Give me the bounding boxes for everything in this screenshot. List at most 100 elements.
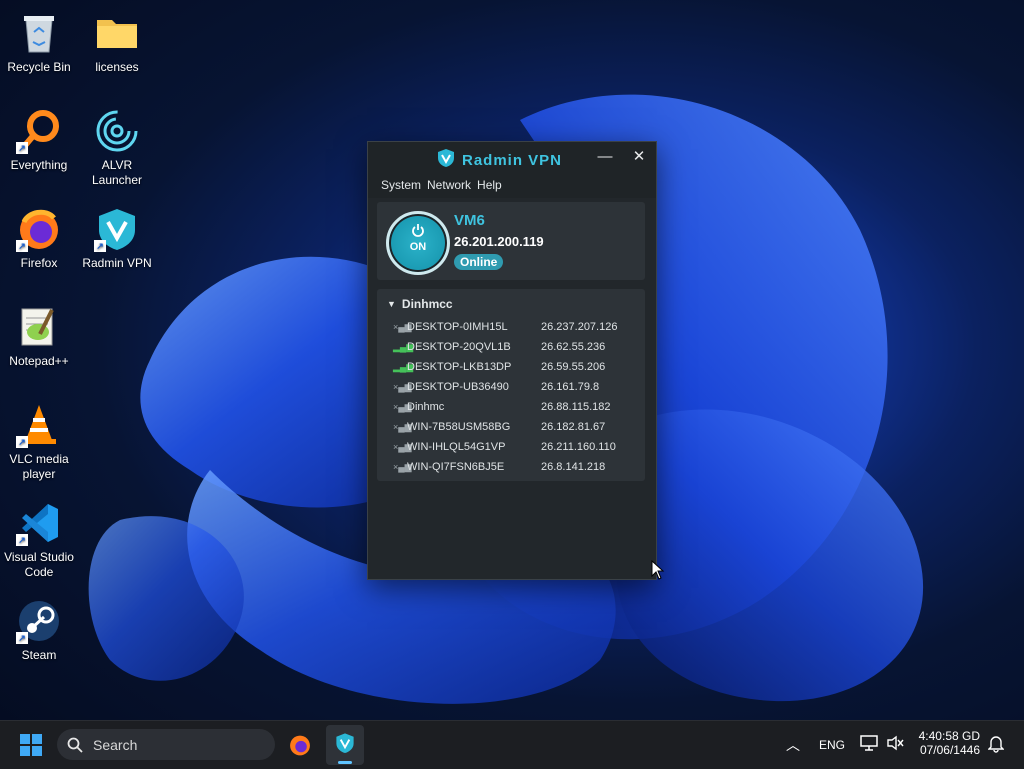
desktop-icon-steam[interactable]: ↗ Steam xyxy=(0,598,78,663)
notifications-button[interactable] xyxy=(987,735,1005,758)
computer-name: VM6 xyxy=(454,212,485,229)
collapse-triangle-icon: ▼ xyxy=(387,299,396,309)
network-header[interactable]: ▼ Dinhmcc xyxy=(387,297,453,311)
signal-bars-icon: ▂▄▆ xyxy=(393,361,414,372)
signal-disconnected-icon: ×▄▆ xyxy=(393,461,412,472)
peer-row[interactable]: ×▄▆ WIN-7B58USM58BG 26.182.81.67 xyxy=(393,417,638,437)
desktop-icon-everything[interactable]: ↗ Everything xyxy=(0,108,78,173)
desktop-icon-label: VLC media player xyxy=(9,452,69,481)
power-icon xyxy=(389,223,447,242)
desktop-icon-licenses[interactable]: licenses xyxy=(78,10,156,75)
signal-disconnected-icon: ×▄▆ xyxy=(393,441,412,452)
signal-disconnected-icon: ×▄▆ xyxy=(393,421,412,432)
taskbar-firefox[interactable] xyxy=(288,733,312,762)
peer-row[interactable]: ×▄▆ Dinhmc 26.88.115.182 xyxy=(393,397,638,417)
desktop-icon-label: Everything xyxy=(10,158,68,172)
desktop-icon-firefox[interactable]: ↗ Firefox xyxy=(0,206,78,271)
peer-ip: 26.88.115.182 xyxy=(541,401,611,413)
power-label: ON xyxy=(409,241,427,253)
notepadpp-icon xyxy=(16,304,62,350)
menu-system[interactable]: System xyxy=(381,178,421,192)
network-list: ▼ Dinhmcc ×▄▆ DESKTOP-0IMH15L 26.237.207.1… xyxy=(377,289,645,481)
peer-name: DESKTOP-LKB13DP xyxy=(407,361,512,373)
radmin-vpn-icon: ↗ xyxy=(94,206,140,252)
desktop-icon-label: Firefox xyxy=(20,256,58,270)
peer-name: DESKTOP-UB36490 xyxy=(407,381,509,393)
active-app-indicator xyxy=(338,761,352,764)
shortcut-arrow-icon: ↗ xyxy=(16,534,28,546)
speaker-muted-icon xyxy=(887,735,904,751)
peer-name: DESKTOP-0IMH15L xyxy=(407,321,508,333)
desktop-icon-label: Steam xyxy=(21,648,57,662)
input-language[interactable]: ENG xyxy=(819,738,845,752)
peer-ip: 26.8.141.218 xyxy=(541,461,606,473)
radmin-vpn-icon xyxy=(336,733,354,754)
desktop-icon-label: ALVR Launcher xyxy=(91,158,143,187)
peer-row[interactable]: ×▄▆ DESKTOP-0IMH15L 26.237.207.126 xyxy=(393,317,638,337)
recycle-bin-icon xyxy=(16,10,62,56)
radmin-vpn-window: Radmin VPN — ✕ System Network Help ON VM… xyxy=(367,141,657,580)
clock[interactable]: 4:40:58 GD 07/06/1446 xyxy=(918,729,980,757)
peer-name: Dinhmc xyxy=(407,401,445,413)
desktop-icon-label: licenses xyxy=(95,60,139,74)
peer-name: DESKTOP-20QVL1B xyxy=(407,341,511,353)
peer-row[interactable]: ▂▄▆ DESKTOP-LKB13DP 26.59.55.206 xyxy=(393,357,638,377)
menu-bar: System Network Help xyxy=(368,172,656,198)
monitor-network-icon xyxy=(860,735,878,751)
peer-row[interactable]: ▂▄▆ DESKTOP-20QVL1B 26.62.55.236 xyxy=(393,337,638,357)
mouse-cursor-icon xyxy=(651,560,665,580)
peer-ip: 26.237.207.126 xyxy=(541,321,618,333)
menu-help[interactable]: Help xyxy=(477,178,502,192)
network-tray-button[interactable] xyxy=(860,735,878,756)
shortcut-arrow-icon: ↗ xyxy=(16,240,28,252)
desktop-icon-label: Radmin VPN xyxy=(82,256,152,270)
desktop-icon-label: Notepad++ xyxy=(9,354,69,368)
bell-icon xyxy=(987,736,1005,753)
desktop-icon-notepadpp[interactable]: Notepad++ xyxy=(0,304,78,369)
peer-ip: 26.59.55.206 xyxy=(541,361,606,373)
desktop-icon-radmin[interactable]: ↗ Radmin VPN xyxy=(78,206,156,271)
power-toggle-button[interactable]: ON xyxy=(386,211,450,275)
chevron-up-icon: ︿ xyxy=(786,737,800,753)
desktop-icon-label: Visual Studio Code xyxy=(4,550,74,579)
signal-disconnected-icon: ×▄▆ xyxy=(393,401,412,412)
taskbar: Search ︿ ENG 4:40:58 GD 07/06/1446 xyxy=(0,720,1024,769)
minimize-button[interactable]: — xyxy=(593,146,617,168)
peer-ip: 26.62.55.236 xyxy=(541,341,606,353)
show-hidden-icons-button[interactable]: ︿ xyxy=(786,735,800,755)
peer-ip: 26.182.81.67 xyxy=(541,421,606,433)
shortcut-arrow-icon: ↗ xyxy=(94,240,106,252)
clock-date: 07/06/1446 xyxy=(919,743,980,757)
desktop-icon-recycle-bin[interactable]: Recycle Bin xyxy=(0,10,78,75)
window-title: Radmin VPN xyxy=(436,148,562,173)
computer-ip: 26.201.200.119 xyxy=(454,234,544,249)
shortcut-arrow-icon: ↗ xyxy=(16,142,28,154)
network-name: Dinhmcc xyxy=(401,297,453,311)
radmin-logo-icon xyxy=(436,148,456,173)
volume-tray-button[interactable] xyxy=(886,735,904,756)
folder-icon xyxy=(94,10,140,56)
close-button[interactable]: ✕ xyxy=(627,146,651,168)
windows-logo-icon xyxy=(20,734,42,756)
everything-search-icon: ↗ xyxy=(16,108,62,154)
taskbar-radmin-vpn[interactable] xyxy=(326,725,364,765)
peer-row[interactable]: ×▄▆ WIN-QI7FSN6BJ5E 26.8.141.218 xyxy=(393,457,638,477)
search-placeholder: Search xyxy=(93,736,138,753)
desktop-icon-label: Recycle Bin xyxy=(7,60,71,74)
desktop-icon-vlc[interactable]: ↗ VLC media player xyxy=(0,402,78,482)
peer-row[interactable]: ×▄▆ WIN-IHLQL54G1VP 26.211.160.110 xyxy=(393,437,638,457)
signal-disconnected-icon: ×▄▆ xyxy=(393,321,412,332)
desktop-icon-vscode[interactable]: ↗ Visual Studio Code xyxy=(0,500,78,580)
status-card: ON VM6 26.201.200.119 Online xyxy=(377,202,645,280)
search-icon xyxy=(67,737,83,753)
taskbar-search-box[interactable]: Search xyxy=(57,729,275,760)
peer-row[interactable]: ×▄▆ DESKTOP-UB36490 26.161.79.8 xyxy=(393,377,638,397)
start-button[interactable] xyxy=(20,734,42,761)
title-bar[interactable]: Radmin VPN — ✕ xyxy=(368,142,656,172)
shortcut-arrow-icon: ↗ xyxy=(16,436,28,448)
firefox-icon xyxy=(290,735,310,756)
menu-network[interactable]: Network xyxy=(427,178,471,192)
peer-name: WIN-7B58USM58BG xyxy=(407,421,511,433)
peer-name: WIN-IHLQL54G1VP xyxy=(407,441,506,453)
desktop-icon-alvr[interactable]: ALVR Launcher xyxy=(78,108,156,188)
